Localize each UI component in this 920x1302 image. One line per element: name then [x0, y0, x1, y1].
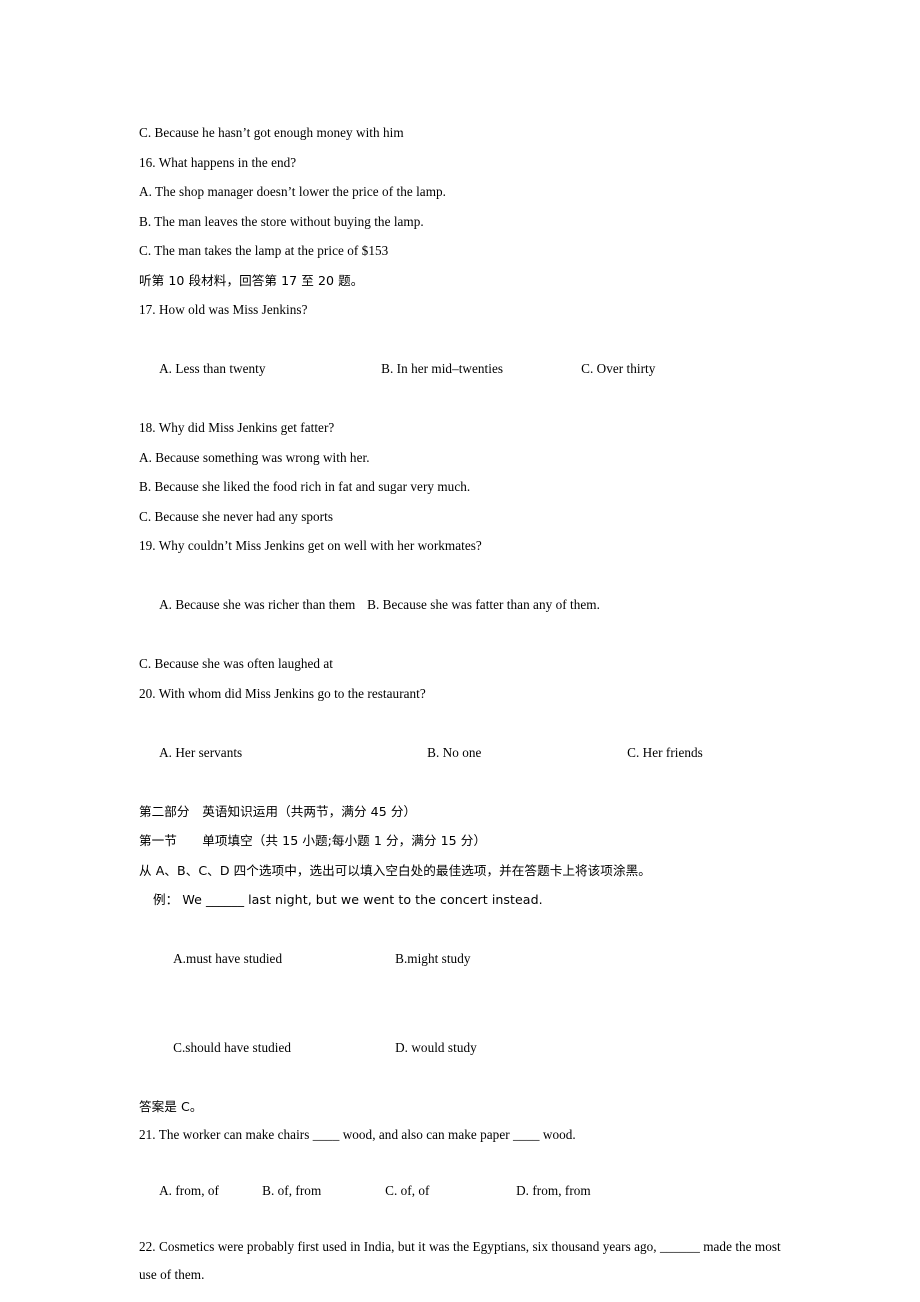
text-line: A. Because something was wrong with her. — [139, 449, 370, 465]
exam-paper-page: C. Because he hasn’t got enough money wi… — [0, 0, 920, 1302]
option-b: B. Because she was fatter than any of th… — [367, 597, 600, 612]
option-c: C.should have studied — [173, 1039, 291, 1055]
option-c: C. Her friends — [627, 744, 703, 760]
text-line: C. Because he hasn’t got enough money wi… — [139, 125, 404, 140]
section-instruction: 从 A、B、C、D 四个选项中，选出可以填入空白处的最佳选项，并在答题卡上将该项… — [139, 862, 651, 878]
option-b: B. In her mid–twenties — [381, 361, 504, 376]
option-c: C. of, of — [385, 1183, 430, 1198]
option-a: A. Because she was richer than them — [159, 597, 356, 612]
option-b: B.might study — [395, 951, 471, 966]
options-row: A. from, of B. of, from C. of, of D. from, … — [139, 1149, 799, 1233]
options-row: A. Because she was richer than them B. Be… — [139, 561, 799, 650]
text-line: C. Because she never had any sports — [139, 508, 334, 524]
option-b: B. of, from — [262, 1183, 322, 1198]
option-b: B. No one — [427, 744, 482, 760]
question-18: 18. Why did Miss Jenkins get fatter? — [139, 420, 335, 435]
text-line: C. The man takes the lamp at the price o… — [139, 243, 389, 258]
section-one-heading: 第一节 单项填空（共 15 小题;每小题 1 分，满分 15 分） — [139, 833, 487, 848]
options-row: A. Less than twenty B. In her mid–twentie… — [139, 325, 799, 414]
option-a: A.must have studied — [173, 951, 283, 966]
listening-instruction: 听第 10 段材料，回答第 17 至 20 题。 — [139, 272, 364, 288]
section-part-two-heading: 第二部分 英语知识运用（共两节，满分 45 分） — [139, 803, 417, 819]
text-line: B. Because she liked the food rich in fa… — [139, 479, 471, 494]
question-16: 16. What happens in the end? — [139, 154, 297, 170]
answer-note: 答案是 C。 — [139, 1098, 203, 1114]
example-label: 例： We ______ last night, but we went to … — [153, 892, 543, 907]
question-19: 19. Why couldn’t Miss Jenkins get on wel… — [139, 538, 482, 553]
question-21: 21. The worker can make chairs ____ wood… — [139, 1127, 576, 1142]
text-line: B. The man leaves the store without buyi… — [139, 213, 424, 229]
document-body: C. Because he hasn’t got enough money wi… — [139, 118, 799, 1302]
option-a: A. Her servants — [159, 744, 243, 760]
options-row: A. whenB. whereC. whichD. who — [139, 1289, 799, 1302]
option-a: A. Less than twenty — [159, 361, 266, 376]
options-row: C.should have studied D. would study — [139, 1003, 799, 1092]
example-question: 例： We ______ last night, but we went to … — [139, 885, 799, 915]
options-row: A.must have studied B.might study — [139, 915, 799, 1004]
question-20: 20. With whom did Miss Jenkins go to the… — [139, 685, 426, 701]
options-row: A. Her servants B. No one C. Her friends — [139, 708, 799, 797]
question-17: 17. How old was Miss Jenkins? — [139, 302, 308, 317]
option-a: A. from, of — [159, 1183, 219, 1198]
question-22: 22. Cosmetics were probably first used i… — [139, 1239, 781, 1282]
option-d: D. would study — [395, 1039, 477, 1055]
text-line: A. The shop manager doesn’t lower the pr… — [139, 184, 446, 199]
text-line: C. Because she was often laughed at — [139, 656, 334, 671]
option-d: D. from, from — [516, 1183, 591, 1198]
option-c: C. Over thirty — [581, 361, 656, 376]
